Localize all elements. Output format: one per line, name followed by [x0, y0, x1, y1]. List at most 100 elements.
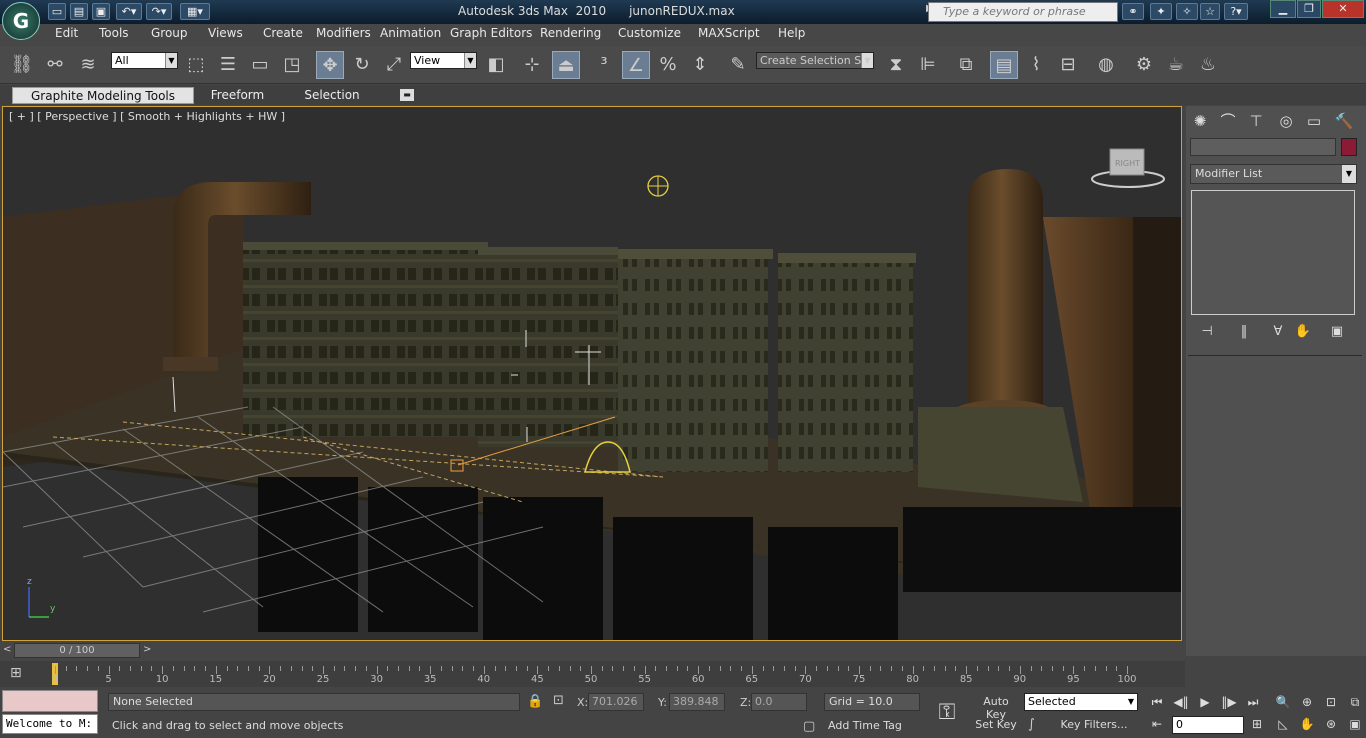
z-coordinate-field[interactable]: 0.0: [751, 693, 807, 711]
menu-customize[interactable]: Customize: [618, 26, 681, 40]
binoculars-icon[interactable]: ⚭: [1122, 3, 1144, 20]
layer-manager-icon[interactable]: ⧉: [952, 51, 980, 79]
maximize-viewport-icon[interactable]: ▣: [1344, 715, 1366, 733]
x-coordinate-field[interactable]: 701.026: [588, 693, 644, 711]
y-coordinate-field[interactable]: 389.848: [669, 693, 725, 711]
set-keys-key-icon[interactable]: ⚿: [928, 696, 966, 730]
menu-tools[interactable]: Tools: [99, 26, 129, 40]
curve-editor-icon[interactable]: ⌇: [1022, 51, 1050, 79]
manipulate-icon[interactable]: ⊹: [518, 51, 546, 79]
menu-modifiers[interactable]: Modifiers: [316, 26, 371, 40]
rectangular-selection-icon[interactable]: ▭: [246, 51, 274, 79]
favorites-star-icon[interactable]: ☆: [1200, 3, 1220, 20]
set-key-button[interactable]: Set Key: [972, 718, 1020, 731]
pin-stack-icon[interactable]: ⊣: [1196, 324, 1218, 342]
select-by-name-icon[interactable]: ☰: [214, 51, 242, 79]
selection-lock-icon[interactable]: 🔒: [527, 694, 543, 709]
pivot-center-icon[interactable]: ◧: [482, 51, 510, 79]
keyboard-shortcut-override-icon[interactable]: ⏏: [552, 51, 580, 79]
current-frame-field[interactable]: 0: [1172, 716, 1244, 734]
default-tangents-icon[interactable]: ∫: [1028, 717, 1050, 735]
menu-help[interactable]: Help: [778, 26, 805, 40]
modify-tab-icon[interactable]: ⌒: [1216, 110, 1240, 132]
go-to-start-icon[interactable]: ⏮: [1146, 693, 1168, 711]
tab-selection[interactable]: Selection: [296, 87, 368, 104]
show-end-result-icon[interactable]: ‖: [1233, 324, 1255, 342]
select-and-move-icon[interactable]: ✥: [316, 51, 344, 79]
pan-view-icon[interactable]: ✋: [1296, 715, 1318, 733]
maxscript-mini-listener[interactable]: Welcome to M:: [2, 714, 98, 734]
track-bar[interactable]: ⊞ 0 5 10 15 20 25 30 35 40 45 50 55 60 65 70 75 80 85 90 95…: [0, 661, 1185, 687]
communication-icon[interactable]: ✧: [1176, 3, 1198, 20]
menu-maxscript[interactable]: MAXScript: [698, 26, 760, 40]
mirror-icon[interactable]: ⧗: [882, 51, 910, 79]
reference-coordinate-dropdown[interactable]: View ▼: [410, 52, 477, 69]
ribbon-options-icon[interactable]: ▬: [400, 89, 414, 101]
select-and-scale-icon[interactable]: ⤢: [380, 51, 408, 79]
select-and-rotate-icon[interactable]: ↻: [348, 51, 376, 79]
material-editor-icon[interactable]: ◍: [1092, 51, 1120, 79]
redo-icon[interactable]: ↷▾: [146, 3, 172, 20]
next-frame-icon[interactable]: ‖▶: [1218, 693, 1240, 711]
menu-edit[interactable]: Edit: [55, 26, 78, 40]
menu-graph-editors[interactable]: Graph Editors: [450, 26, 532, 40]
angle-snap-icon[interactable]: ∠: [622, 51, 650, 79]
absolute-mode-icon[interactable]: ⊡: [553, 693, 571, 711]
render-setup-icon[interactable]: ⚙: [1130, 51, 1158, 79]
tab-graphite-modeling-tools[interactable]: Graphite Modeling Tools: [12, 87, 194, 104]
hierarchy-tab-icon[interactable]: ⊤: [1244, 110, 1268, 132]
spinner-snap-icon[interactable]: ⇕: [686, 51, 714, 79]
modifier-stack[interactable]: [1191, 190, 1355, 315]
configure-modifier-sets-icon[interactable]: ▣: [1326, 324, 1348, 342]
play-icon[interactable]: ▶: [1194, 693, 1216, 711]
project-folder-icon[interactable]: ▦▾: [180, 3, 210, 20]
field-of-view-icon[interactable]: ◺: [1272, 715, 1294, 733]
create-tab-icon[interactable]: ✺: [1188, 110, 1212, 132]
tab-freeform[interactable]: Freeform: [200, 87, 275, 104]
subscription-icon[interactable]: ✦: [1150, 3, 1172, 20]
render-production-icon[interactable]: ♨: [1194, 51, 1222, 79]
slider-next-icon[interactable]: >: [143, 644, 151, 655]
rendered-frame-icon[interactable]: ☕: [1162, 51, 1190, 79]
named-selection-dropdown[interactable]: Create Selection Se ▼: [756, 52, 874, 69]
save-icon[interactable]: ▣: [92, 3, 110, 20]
object-name-field[interactable]: [1190, 138, 1336, 156]
maxscript-mini-listener-pink[interactable]: [2, 690, 98, 712]
maximize-button[interactable]: ❐: [1297, 0, 1321, 18]
menu-rendering[interactable]: Rendering: [540, 26, 601, 40]
new-file-icon[interactable]: ▭: [48, 3, 66, 20]
app-logo-icon[interactable]: G: [2, 2, 40, 40]
previous-frame-icon[interactable]: ◀‖: [1170, 693, 1192, 711]
viewport-perspective[interactable]: RIGHT [ + ] [ Perspective ] [ Smooth + H…: [2, 106, 1182, 641]
add-time-tag-button[interactable]: Add Time Tag: [824, 718, 920, 736]
menu-views[interactable]: Views: [208, 26, 243, 40]
help-icon[interactable]: ?▾: [1224, 3, 1248, 20]
align-icon[interactable]: ⊫: [914, 51, 942, 79]
selection-filter-dropdown[interactable]: All ▼: [111, 52, 178, 69]
remove-modifier-icon[interactable]: ✋: [1292, 324, 1314, 342]
percent-snap-icon[interactable]: %: [654, 51, 682, 79]
select-object-icon[interactable]: ⬚: [182, 51, 210, 79]
menu-create[interactable]: Create: [263, 26, 303, 40]
display-tab-icon[interactable]: ▭: [1302, 110, 1326, 132]
utilities-tab-icon[interactable]: 🔨: [1332, 110, 1356, 132]
zoom-all-icon[interactable]: ⊕: [1296, 693, 1318, 711]
schematic-view-icon[interactable]: ⊟: [1054, 51, 1082, 79]
object-color-swatch[interactable]: [1341, 138, 1357, 156]
open-file-icon[interactable]: ▤: [70, 3, 88, 20]
graphite-toggle-icon[interactable]: ▤: [990, 51, 1018, 79]
close-button[interactable]: ✕: [1322, 0, 1364, 18]
unlink-icon[interactable]: ⚯: [41, 51, 69, 79]
orbit-icon[interactable]: ⊛: [1320, 715, 1342, 733]
key-filters-button[interactable]: Key Filters...: [1056, 718, 1132, 732]
menu-animation[interactable]: Animation: [380, 26, 441, 40]
minimize-button[interactable]: ▁: [1270, 0, 1296, 18]
modifier-list-dropdown[interactable]: Modifier List ▼: [1190, 164, 1357, 184]
select-and-link-icon[interactable]: ⛓: [8, 51, 36, 79]
undo-icon[interactable]: ↶▾: [116, 3, 142, 20]
zoom-icon[interactable]: 🔍: [1272, 693, 1294, 711]
make-unique-icon[interactable]: ∀: [1267, 324, 1289, 342]
motion-tab-icon[interactable]: ◎: [1274, 110, 1298, 132]
go-to-end-icon[interactable]: ⏭: [1242, 693, 1264, 711]
viewport-label[interactable]: [ + ] [ Perspective ] [ Smooth + Highlig…: [9, 110, 285, 123]
